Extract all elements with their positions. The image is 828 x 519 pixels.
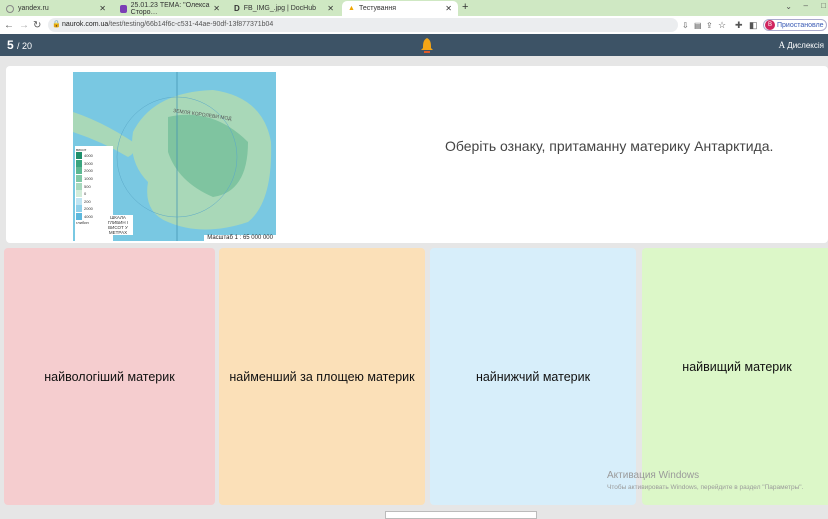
translate-icon[interactable]: ▤ (694, 21, 702, 30)
globe-icon (6, 4, 14, 13)
legend-value: 1000 (84, 176, 93, 182)
antarctica-map-image: ЗЕМЛЯ КОРОЛЕВИ МОД висот 4000 3000 2000 100… (73, 72, 276, 241)
legend-row: 2000 (76, 167, 112, 175)
legend-row: 3000 (76, 159, 112, 168)
legend-value: 200 (84, 198, 91, 204)
legend-row: 2000 (76, 205, 112, 213)
answer-option-1[interactable]: найвологіший материк (4, 248, 215, 505)
legend-swatch (76, 159, 82, 167)
install-icon[interactable]: ⇩ (682, 21, 689, 30)
lock-icon: 🔒 (52, 21, 61, 28)
profile-button[interactable]: В Приостановле (763, 19, 827, 31)
minimize-button[interactable]: – (804, 1, 808, 10)
share-icon[interactable]: ⇪ (706, 21, 713, 30)
bottom-popup[interactable] (385, 511, 537, 519)
legend-swatch (76, 197, 82, 205)
tab-testing[interactable]: ▲ Тестування ✕ (342, 1, 458, 16)
legend-value: 2000 (84, 206, 93, 212)
legend-swatch (76, 205, 82, 213)
url-input[interactable]: 🔒 naurok.com.ua/test/testing/66b14f6c-c53… (48, 18, 678, 32)
close-tab-icon[interactable]: ✕ (445, 4, 452, 13)
legend-value: 500 (84, 183, 91, 189)
bookmark-star-icon[interactable]: ☆ (718, 20, 726, 31)
tab-dochub[interactable]: D FB_IMG_.jpg | DocHub ✕ (228, 1, 340, 16)
maximize-button[interactable]: □ (821, 1, 826, 10)
legend-value: 0 (84, 191, 87, 197)
legend-value: 2000 (84, 168, 93, 174)
new-tab-button[interactable]: + (462, 1, 468, 13)
legend-swatch (76, 152, 82, 160)
bell-icon[interactable] (420, 37, 434, 53)
legend-row: 500 (76, 182, 112, 190)
legend-swatch (76, 167, 82, 175)
legend-swatch (76, 190, 82, 198)
question-counter: 5 / 20 (7, 38, 33, 52)
bell-icon: ▲ (348, 5, 355, 12)
question-card: ЗЕМЛЯ КОРОЛЕВИ МОД висот 4000 3000 2000 100… (6, 66, 828, 243)
question-text: Оберіть ознаку, притаманну материку Анта… (445, 138, 774, 154)
address-bar-row: ← → ↻ 🔒 naurok.com.ua/test/testing/66b14f… (0, 16, 828, 34)
legend-value: 3000 (84, 160, 93, 166)
legend-row: 200 (76, 197, 112, 206)
tab-search-button[interactable]: ⌄ (785, 2, 792, 11)
tab-yandex[interactable]: yandex.ru ✕ (0, 1, 112, 16)
reload-icon[interactable]: ↻ (33, 20, 41, 31)
answer-option-2[interactable]: найменший за площею материк (219, 248, 425, 505)
extensions-icon[interactable]: ✚ (735, 20, 743, 31)
answer-option-4[interactable]: найвищий материк (642, 248, 828, 505)
legend-value: 4000 (84, 214, 93, 220)
map-scale: Масштаб 1 : 65 000 000 (204, 235, 276, 241)
legend-row: 4000 (76, 152, 112, 160)
close-tab-icon[interactable]: ✕ (213, 4, 220, 13)
close-tab-icon[interactable]: ✕ (99, 4, 106, 13)
tab-tema[interactable]: 25.01.23 ТЕМА: "Олекса Сторо… ✕ (114, 1, 226, 16)
legend-value: 4000 (84, 153, 93, 159)
legend-row: 0 (76, 190, 112, 198)
legend-swatch (76, 175, 82, 183)
legend-caption: ШКАЛА ГЛИБИН І ВИСОТ У МЕТРАХ (103, 215, 133, 235)
windows-watermark-title: Активация Windows (607, 470, 700, 481)
close-tab-icon[interactable]: ✕ (327, 4, 334, 13)
font-icon: A (778, 40, 786, 50)
legend-swatch (76, 182, 82, 190)
browser-tab-strip: yandex.ru ✕ 25.01.23 ТЕМА: "Олекса Сторо…… (0, 0, 828, 16)
legend-swatch (76, 213, 82, 221)
answer-option-3[interactable]: найнижчий материк (430, 248, 636, 505)
back-icon[interactable]: ← (4, 20, 14, 31)
avatar: В (765, 20, 775, 30)
legend-row: 1000 (76, 175, 112, 183)
side-panel-icon[interactable]: ◧ (749, 20, 758, 31)
windows-watermark-text: Чтобы активировать Windows, перейдите в … (607, 484, 804, 491)
dyslexia-toggle[interactable]: A Дислексія (779, 40, 824, 50)
forward-icon[interactable]: → (19, 20, 29, 31)
dochub-icon: D (234, 4, 240, 13)
form-icon (120, 4, 127, 13)
profile-status: Приостановле (777, 21, 824, 29)
test-header: 5 / 20 A Дислексія (0, 34, 828, 56)
